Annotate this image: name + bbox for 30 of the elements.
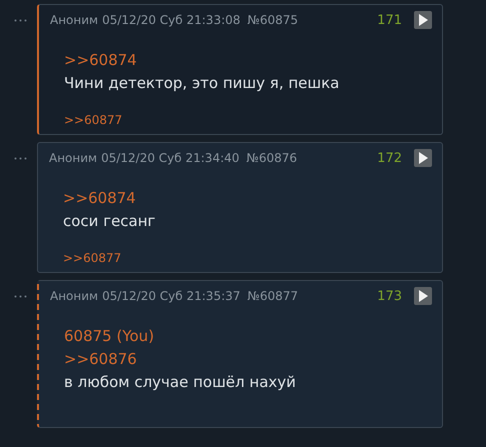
expand-button[interactable] bbox=[414, 149, 432, 167]
poster-name: Аноним bbox=[50, 289, 98, 303]
post-index: 173 bbox=[377, 288, 402, 304]
play-icon bbox=[418, 290, 428, 302]
quote-link[interactable]: 60875 (You) bbox=[64, 325, 154, 348]
more-icon[interactable] bbox=[14, 157, 27, 160]
post-number[interactable]: №60875 bbox=[247, 13, 298, 27]
more-icon[interactable] bbox=[14, 295, 27, 298]
post-text: Чини детектор, это пишу я, пешка bbox=[64, 73, 340, 94]
expand-button[interactable] bbox=[414, 11, 432, 29]
play-icon bbox=[418, 152, 428, 164]
quote-link[interactable]: >>60874 bbox=[64, 49, 137, 72]
post-date: 05/12/20 Суб 21:33:08 bbox=[102, 13, 240, 27]
poster-name: Аноним bbox=[50, 13, 98, 27]
reply-link[interactable]: >>60877 bbox=[63, 251, 122, 265]
quote-link[interactable]: >>60874 bbox=[63, 187, 136, 210]
post-text: в любом случае пошёл нахуй bbox=[64, 372, 297, 393]
post-index: 171 bbox=[377, 12, 402, 28]
post-date: 05/12/20 Суб 21:35:37 bbox=[102, 289, 240, 303]
more-icon[interactable] bbox=[14, 19, 27, 22]
post-number[interactable]: №60877 bbox=[247, 289, 298, 303]
post-date: 05/12/20 Суб 21:34:40 bbox=[101, 151, 240, 165]
quote-link[interactable]: >>60876 bbox=[64, 348, 137, 371]
expand-button[interactable] bbox=[414, 287, 432, 305]
post-text: соси гесанг bbox=[63, 211, 156, 232]
poster-name: Аноним bbox=[49, 151, 98, 165]
reply-link[interactable]: >>60877 bbox=[64, 113, 122, 127]
play-icon bbox=[418, 14, 428, 26]
post-index: 172 bbox=[377, 150, 402, 166]
post-number[interactable]: №60876 bbox=[246, 151, 298, 165]
